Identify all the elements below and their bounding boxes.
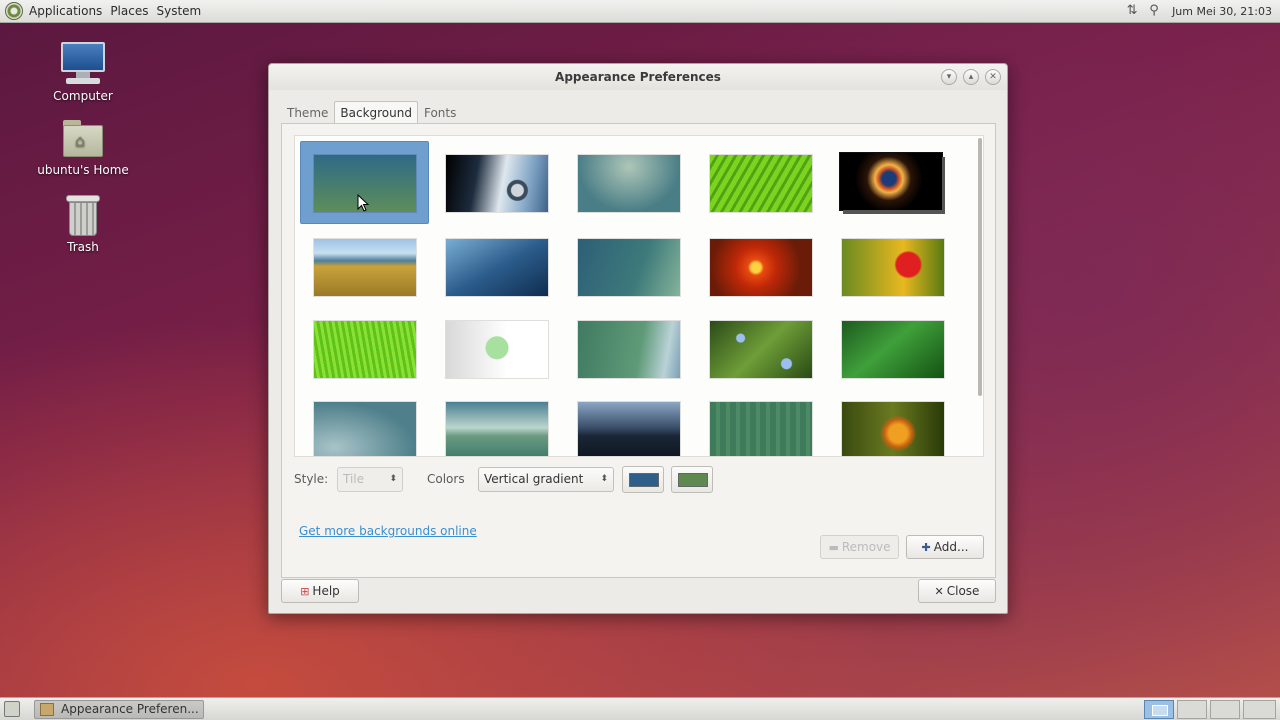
minimize-icon[interactable]: ▾ [941, 69, 957, 85]
wallpaper-thumbnail[interactable] [446, 321, 548, 378]
dialog-title: Appearance Preferences [555, 70, 721, 84]
workspace-4[interactable] [1243, 700, 1276, 719]
mouse-cursor-icon [357, 194, 370, 212]
home-folder-icon: ⌂ [61, 120, 105, 160]
help-label: Help [312, 584, 340, 598]
get-more-backgrounds-link[interactable]: Get more backgrounds online [299, 524, 477, 538]
menu-system[interactable]: System [156, 4, 201, 18]
wallpaper-thumbnail[interactable] [840, 153, 942, 210]
plus-icon: ✚ [921, 541, 931, 554]
workspace-1[interactable] [1144, 700, 1174, 719]
wallpaper-thumbnail[interactable] [578, 239, 680, 296]
tab-theme[interactable]: Theme [281, 101, 334, 124]
bottom-panel: Appearance Preferen... [0, 697, 1280, 720]
network-icon[interactable]: ⇅ [1124, 3, 1140, 19]
colors-select[interactable]: Vertical gradient ⬍ [478, 467, 614, 492]
appearance-app-icon [40, 703, 54, 716]
wallpaper-thumbnail[interactable] [314, 239, 416, 296]
tab-bar: Theme Background Fonts [281, 101, 462, 124]
taskbar-item-label: Appearance Preferen... [61, 702, 199, 716]
desktop-icon-label: ubuntu's Home [37, 163, 129, 177]
help-button[interactable]: ⊞ Help [281, 579, 359, 603]
gallery-scrollbar[interactable] [978, 138, 982, 396]
wallpaper-thumbnail[interactable] [842, 239, 944, 296]
desktop-icon-label: Trash [67, 240, 99, 254]
close-button[interactable]: ✕ Close [918, 579, 996, 603]
desktop-icon-label: Computer [53, 89, 113, 103]
remove-button[interactable]: ▬ Remove [820, 535, 899, 559]
taskbar-item-appearance[interactable]: Appearance Preferen... [34, 700, 204, 719]
secondary-color-button[interactable] [671, 466, 713, 493]
minus-icon: ▬ [828, 541, 839, 554]
wallpaper-thumbnail[interactable] [710, 239, 812, 296]
tab-fonts[interactable]: Fonts [418, 101, 462, 124]
add-label: Add... [933, 540, 969, 554]
wallpaper-thumbnail[interactable] [710, 402, 812, 456]
background-tab-panel: Style: Tile ⬍ Colors Vertical gradient ⬍… [281, 123, 996, 578]
wallpaper-thumbnail[interactable] [710, 155, 812, 212]
wallpaper-thumbnail[interactable] [314, 402, 416, 456]
window-controls: ▾ ▴ ✕ [941, 69, 1001, 85]
dialog-titlebar[interactable]: Appearance Preferences ▾ ▴ ✕ [269, 64, 1007, 90]
search-icon[interactable]: ⚲ [1146, 3, 1162, 19]
secondary-color-swatch [678, 473, 708, 487]
wallpaper-thumbnail[interactable] [842, 321, 944, 378]
trash-icon [65, 195, 101, 237]
clock[interactable]: Jum Mei 30, 21:03 [1172, 5, 1272, 18]
computer-icon [60, 42, 106, 86]
wallpaper-thumbnail[interactable] [578, 155, 680, 212]
wallpaper-gallery[interactable] [294, 135, 984, 457]
close-icon[interactable]: ✕ [985, 69, 1001, 85]
workspace-3[interactable] [1210, 700, 1240, 719]
wallpaper-thumbnail[interactable] [842, 402, 944, 456]
wallpaper-thumbnail[interactable] [446, 155, 548, 212]
wallpaper-thumbnail[interactable] [578, 402, 680, 456]
distro-logo-icon[interactable] [5, 2, 23, 20]
spin-arrows-icon: ⬍ [600, 474, 608, 484]
close-x-icon: ✕ [934, 585, 944, 598]
top-panel: Applications Places System ⇅ ⚲ Jum Mei 3… [0, 0, 1280, 23]
spin-arrows-icon: ⬍ [389, 474, 397, 484]
style-select[interactable]: Tile ⬍ [337, 467, 403, 492]
help-icon: ⊞ [300, 585, 310, 598]
style-label: Style: [294, 472, 329, 486]
style-select-value: Tile [343, 472, 365, 486]
remove-label: Remove [841, 540, 891, 554]
add-button[interactable]: ✚ Add... [906, 535, 984, 559]
desktop-icon-computer[interactable]: Computer [28, 42, 138, 103]
wallpaper-thumbnail[interactable] [446, 402, 548, 456]
wallpaper-thumbnail[interactable] [710, 321, 812, 378]
colors-select-value: Vertical gradient [484, 472, 584, 486]
menu-places[interactable]: Places [110, 4, 148, 18]
background-controls: Style: Tile ⬍ Colors Vertical gradient ⬍ [282, 466, 997, 494]
primary-color-swatch [629, 473, 659, 487]
workspace-2[interactable] [1177, 700, 1207, 719]
show-desktop-icon[interactable] [4, 701, 20, 717]
desktop-icon-trash[interactable]: Trash [28, 195, 138, 254]
colors-label: Colors [427, 472, 465, 486]
desktop-icon-home[interactable]: ⌂ ubuntu's Home [28, 120, 138, 177]
menu-applications[interactable]: Applications [29, 4, 102, 18]
appearance-preferences-dialog: Appearance Preferences ▾ ▴ ✕ Theme Backg… [268, 63, 1008, 614]
wallpaper-thumbnail[interactable] [314, 321, 416, 378]
wallpaper-thumbnail[interactable] [578, 321, 680, 378]
panel-tray: ⇅ ⚲ Jum Mei 30, 21:03 [1124, 3, 1280, 19]
maximize-icon[interactable]: ▴ [963, 69, 979, 85]
tab-background[interactable]: Background [334, 101, 418, 124]
primary-color-button[interactable] [622, 466, 664, 493]
close-label: Close [946, 584, 980, 598]
wallpaper-thumbnail[interactable] [446, 239, 548, 296]
